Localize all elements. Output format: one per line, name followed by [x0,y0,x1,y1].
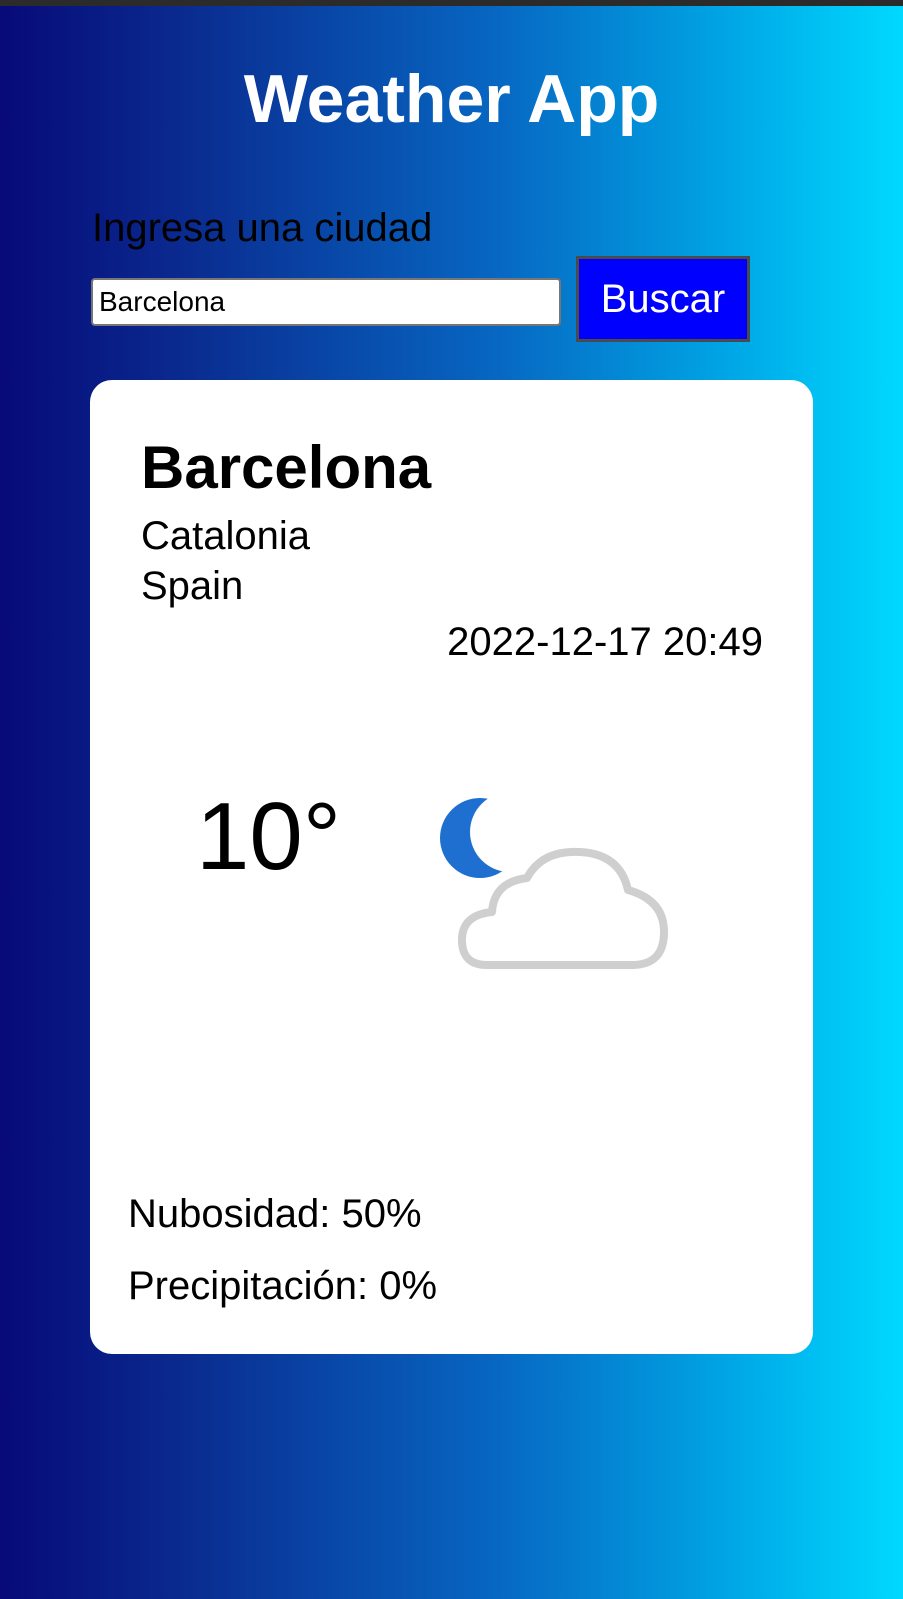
city-name: Barcelona [141,434,432,501]
local-datetime: 2022-12-17 20:49 [447,620,763,664]
search-button[interactable]: Buscar [576,256,750,342]
top-status-strip [0,0,903,6]
search-label: Ingresa una ciudad [92,206,433,250]
moon-cloud-icon [440,798,668,969]
precipitation: Precipitación: 0% [128,1264,438,1308]
region-name: Catalonia [141,514,311,558]
app-title: Weather App [243,61,660,137]
city-search-input[interactable] [91,278,561,326]
weather-card: Barcelona Catalonia Spain 2022-12-17 20:… [90,380,813,1354]
country-name: Spain [141,564,244,608]
cloud-cover: Nubosidad: 50% [128,1192,422,1236]
temperature-value: 10° [196,783,342,890]
